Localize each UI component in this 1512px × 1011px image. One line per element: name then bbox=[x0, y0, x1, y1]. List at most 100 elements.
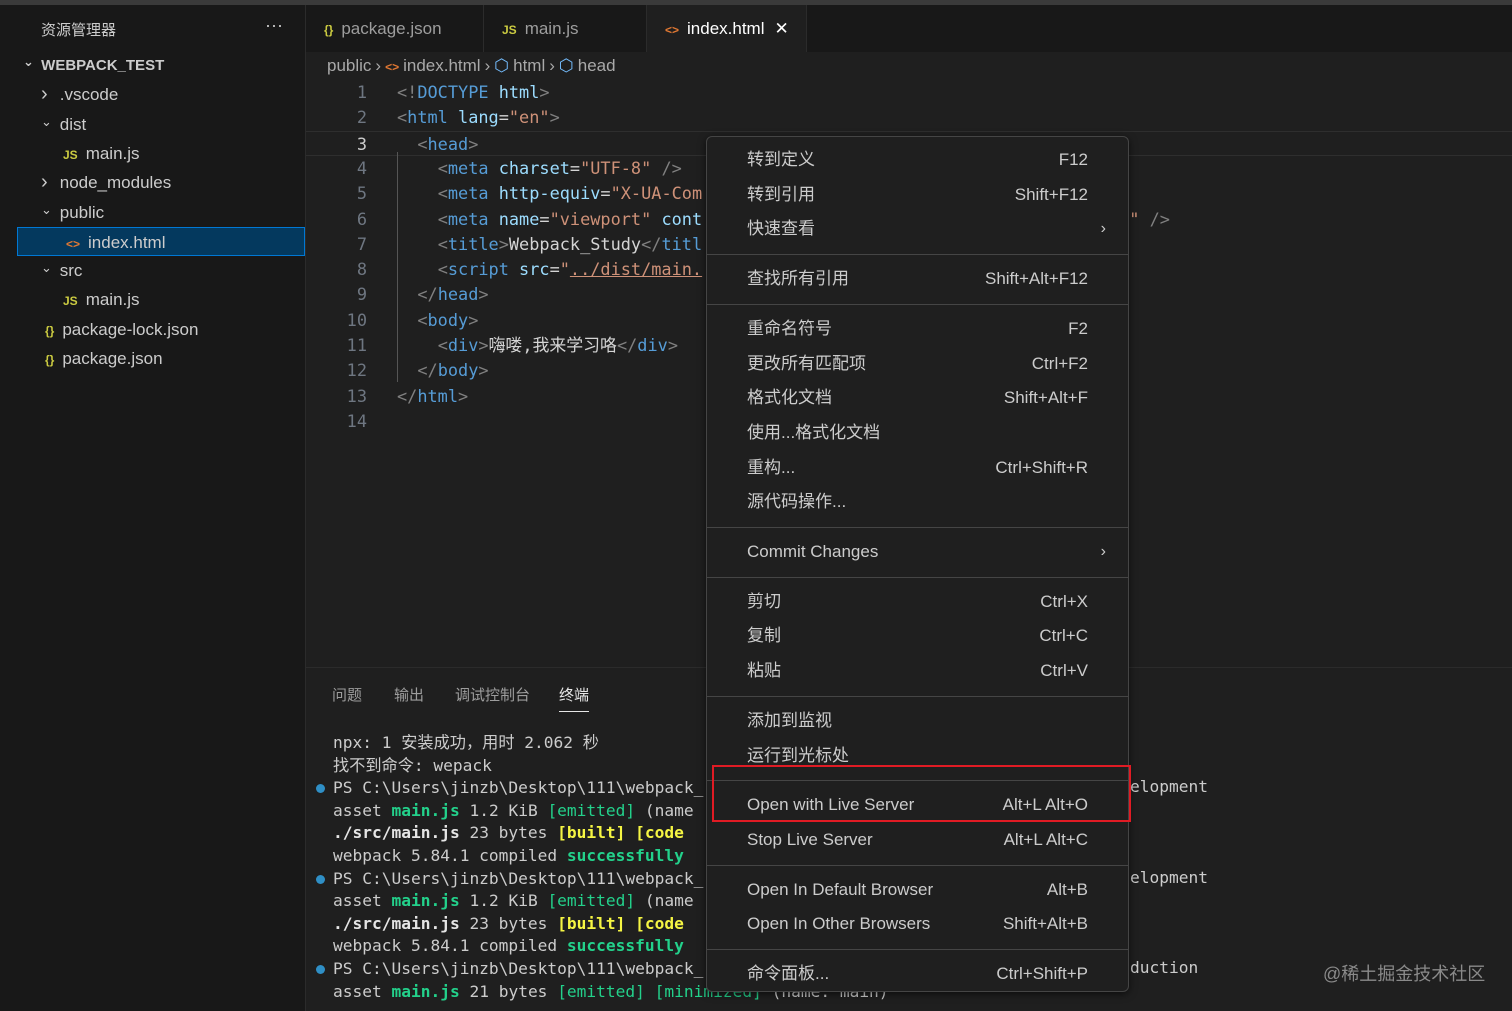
tree-root[interactable]: ⌄ WEBPACK_TEST bbox=[15, 51, 306, 80]
menu-item[interactable]: 命令面板... Ctrl+Shift+P bbox=[707, 957, 1128, 991]
tree-item-label: node_modules bbox=[59, 173, 172, 193]
terminal-text: successfully bbox=[566, 845, 684, 865]
code-token: = bbox=[569, 157, 581, 178]
breadcrumb-item[interactable]: index.html bbox=[403, 56, 480, 75]
code-token: < bbox=[437, 233, 448, 254]
symbol-cube-icon: ⬡ bbox=[558, 56, 574, 75]
explorer-title: 资源管理器 bbox=[41, 22, 117, 39]
menu-item-label: 快速查看 bbox=[747, 219, 815, 239]
line-number: 5 bbox=[356, 183, 367, 204]
menu-item[interactable]: 更改所有匹配项 Ctrl+F2 bbox=[707, 347, 1128, 381]
menu-item-shortcut: F12 bbox=[1058, 150, 1088, 169]
panel-tab[interactable]: 终端 bbox=[559, 684, 590, 712]
code-token: ../dist/main. bbox=[569, 259, 703, 280]
terminal-text: 23 bytes bbox=[459, 913, 558, 933]
menu-item-label: Open In Default Browser bbox=[747, 879, 934, 899]
panel-tab[interactable]: 调试控制台 bbox=[455, 684, 530, 705]
menu-item[interactable]: 使用...格式化文档 bbox=[707, 416, 1128, 450]
line-number: 8 bbox=[356, 259, 367, 280]
tree-item[interactable]: {} package-lock.json bbox=[15, 315, 306, 344]
chevron-down-icon: ⌄ bbox=[41, 113, 52, 129]
panel-tab[interactable]: 问题 bbox=[332, 684, 362, 705]
more-actions-button[interactable]: ··· bbox=[265, 15, 283, 36]
explorer-sidebar: 资源管理器 ··· ⌄ WEBPACK_TEST › .vscode ⌄ dist J… bbox=[15, 5, 306, 1011]
code-token: head bbox=[427, 133, 469, 154]
code-token: 嗨喽,我来学习咯 bbox=[488, 335, 617, 355]
line-content: <!DOCTYPE html> bbox=[397, 80, 550, 105]
menu-item[interactable]: Commit Changes › bbox=[707, 535, 1128, 569]
tree-item[interactable]: ⌄ src bbox=[15, 256, 306, 285]
json-file-icon: {} bbox=[324, 23, 334, 37]
tab-main-js[interactable]: JS main.js bbox=[484, 5, 647, 52]
terminal-text: [code bbox=[635, 823, 684, 843]
command-status-dot[interactable] bbox=[316, 964, 325, 974]
terminal-text: [emitted] bbox=[547, 891, 636, 911]
code-token: < bbox=[437, 208, 448, 229]
code-token: > bbox=[498, 233, 509, 254]
tree-item-label: dist bbox=[59, 114, 87, 134]
code-token: </ bbox=[417, 360, 438, 381]
tree-item[interactable]: <> index.html bbox=[17, 226, 305, 256]
menu-item[interactable]: Stop Live Server Alt+L Alt+C bbox=[707, 823, 1128, 857]
code-token: < bbox=[397, 107, 408, 128]
line-content: <head> bbox=[397, 132, 478, 157]
line-number: 3 bbox=[356, 133, 367, 154]
code-token: meta bbox=[447, 208, 489, 229]
terminal-text: (name bbox=[635, 800, 694, 820]
menu-item[interactable]: 源代码操作... bbox=[707, 485, 1128, 519]
code-token: </ bbox=[641, 233, 662, 254]
tab-package-json[interactable]: {} package.json bbox=[306, 5, 484, 52]
line-number: 12 bbox=[346, 360, 367, 381]
breadcrumb-item[interactable]: public bbox=[327, 56, 371, 75]
tree-item[interactable]: ⌄ public bbox=[15, 198, 306, 227]
breadcrumb-item[interactable]: head bbox=[578, 56, 616, 75]
tab-index-html[interactable]: <> index.html ✕ bbox=[647, 5, 807, 52]
menu-item[interactable]: 重命名符号 F2 bbox=[707, 312, 1128, 346]
menu-item-shortcut: Ctrl+X bbox=[1040, 591, 1088, 611]
code-token: http-equiv bbox=[498, 183, 601, 204]
menu-item[interactable]: Open In Other Browsers Shift+Alt+B bbox=[707, 907, 1128, 941]
tree-item-label: .vscode bbox=[59, 85, 119, 105]
menu-item[interactable]: 添加到监视 bbox=[707, 704, 1128, 738]
breadcrumb-item[interactable]: html bbox=[513, 56, 545, 75]
close-icon[interactable]: ✕ bbox=[775, 19, 789, 38]
js-file-icon: JS bbox=[63, 147, 78, 162]
code-token: > bbox=[478, 284, 489, 305]
command-status-dot[interactable] bbox=[316, 784, 325, 794]
menu-item[interactable]: 转到定义 F12 bbox=[707, 143, 1128, 177]
tree-item-label: package-lock.json bbox=[62, 319, 199, 339]
tree-item[interactable]: › node_modules bbox=[15, 168, 306, 197]
menu-item[interactable]: 剪切 Ctrl+X bbox=[707, 585, 1128, 619]
menu-item-label: 重命名符号 bbox=[747, 318, 832, 338]
line-number: 13 bbox=[346, 385, 367, 406]
menu-item[interactable]: 复制 Ctrl+C bbox=[707, 619, 1128, 653]
line-content: </html> bbox=[397, 384, 468, 409]
tree-item[interactable]: JS main.js bbox=[15, 285, 306, 314]
code-token: > bbox=[549, 107, 560, 128]
code-token: <! bbox=[397, 82, 418, 102]
chevron-down-icon: ⌄ bbox=[41, 201, 52, 217]
tree-item[interactable]: ⌄ dist bbox=[15, 110, 306, 139]
menu-item[interactable]: 粘贴 Ctrl+V bbox=[707, 654, 1128, 688]
menu-item[interactable]: 重构... Ctrl+Shift+R bbox=[707, 451, 1128, 485]
menu-item[interactable]: 转到引用 Shift+F12 bbox=[707, 178, 1128, 212]
code-token: = bbox=[549, 259, 560, 280]
tree-item[interactable]: › .vscode bbox=[15, 80, 306, 109]
command-status-dot[interactable] bbox=[316, 874, 325, 884]
menu-item[interactable]: 查找所有引用 Shift+Alt+F12 bbox=[707, 262, 1128, 296]
menu-item[interactable]: 格式化文档 Shift+Alt+F bbox=[707, 381, 1128, 415]
breadcrumb-separator: › bbox=[484, 56, 491, 75]
menu-item[interactable]: Open In Default Browser Alt+B bbox=[707, 873, 1128, 907]
tree-item[interactable]: JS main.js bbox=[15, 139, 306, 168]
menu-item[interactable]: 快速查看 › bbox=[707, 212, 1128, 246]
tree-item[interactable]: {} package.json bbox=[15, 344, 306, 373]
menu-separator bbox=[707, 949, 1128, 950]
panel-tab[interactable]: 输出 bbox=[394, 684, 424, 705]
code-token: name bbox=[498, 208, 540, 229]
code-token: /> bbox=[1149, 208, 1170, 229]
